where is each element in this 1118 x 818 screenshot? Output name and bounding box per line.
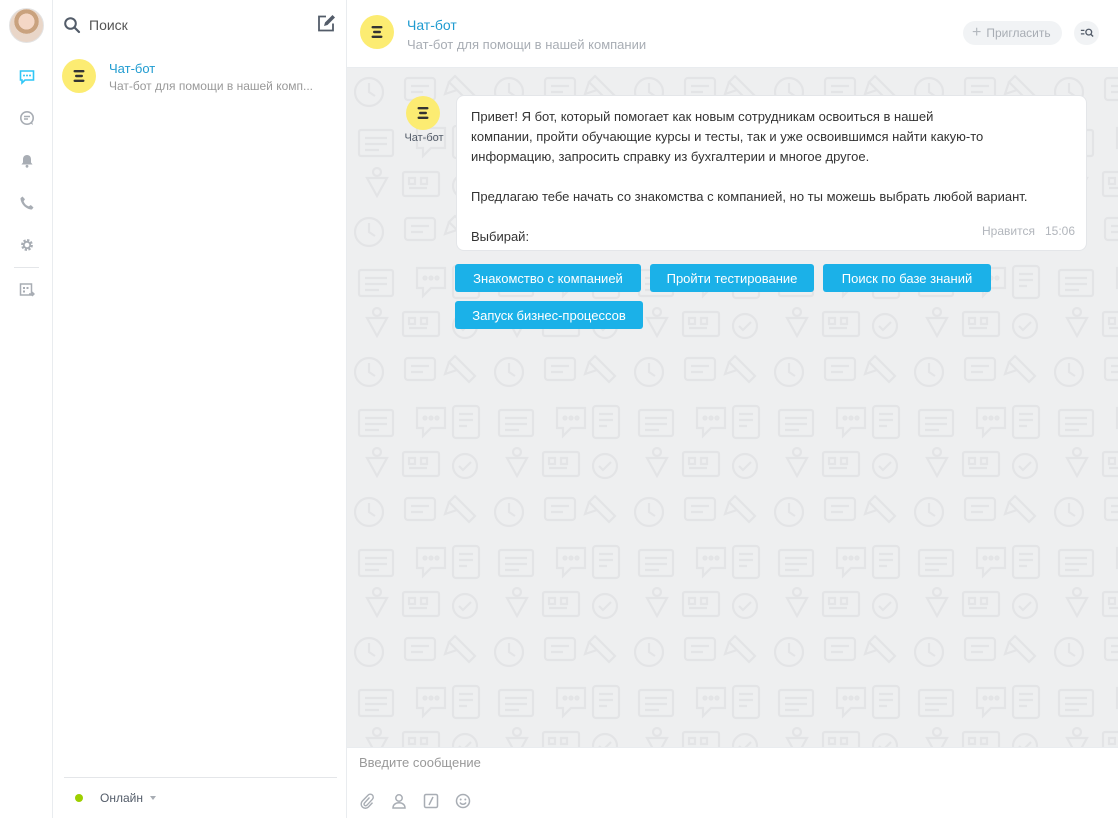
chat-list-panel: Чат-бот Чат-бот для помощи в нашей комп.… — [53, 0, 347, 818]
status-selector[interactable]: Онлайн — [64, 777, 337, 818]
bot-logo-icon — [73, 70, 85, 82]
command-icon[interactable] — [423, 793, 441, 811]
search-input[interactable] — [89, 17, 289, 33]
chat-preview: Чат-бот для помощи в нашей комп... — [109, 79, 314, 93]
chat-icon[interactable] — [17, 67, 37, 87]
message-meta: Нравится 15:06 — [982, 221, 1075, 241]
chat-header: Чат-бот Чат-бот для помощи в нашей компа… — [347, 0, 1118, 68]
status-label: Онлайн — [100, 791, 143, 805]
chat-window: Чат-бот Чат-бот для помощи в нашей компа… — [347, 0, 1118, 818]
message-search-icon — [1080, 28, 1094, 37]
user-avatar[interactable] — [9, 8, 44, 43]
open-lines-icon[interactable] — [17, 108, 37, 128]
chat-title[interactable]: Чат-бот — [407, 17, 457, 33]
keyboard-button-testing[interactable]: Пройти тестирование — [650, 264, 814, 292]
search-icon — [64, 17, 81, 34]
search-box[interactable] — [63, 14, 303, 36]
message-author: Чат-бот — [404, 132, 444, 144]
invite-label: Пригласить — [986, 26, 1051, 40]
message-composer — [347, 747, 1118, 818]
message-bubble: Привет! Я бот, который помогает как новы… — [456, 95, 1087, 251]
bot-logo-icon — [371, 26, 383, 38]
message-feed: Чат-бот Привет! Я бот, который помогает … — [347, 68, 1118, 747]
message-input[interactable] — [359, 755, 1099, 783]
chat-search-button[interactable] — [1074, 21, 1099, 45]
message-text-line: информацию, запросить справку из бухгалт… — [471, 149, 870, 164]
keyboard-button-knowledge-base[interactable]: Поиск по базе знаний — [823, 264, 991, 292]
message-text-line: Предлагаю тебе начать со знакомства с ко… — [471, 189, 1028, 204]
keyboard-button-business-processes[interactable]: Запуск бизнес-процессов — [455, 301, 643, 329]
message-text-line: Привет! Я бот, который помогает как новы… — [471, 109, 934, 124]
bell-icon[interactable] — [17, 151, 37, 171]
chat-list-item[interactable]: Чат-бот Чат-бот для помощи в нашей комп.… — [53, 56, 347, 100]
market-icon[interactable] — [17, 280, 37, 300]
phone-icon[interactable] — [17, 193, 37, 213]
rail-divider — [14, 267, 39, 268]
attach-icon[interactable] — [359, 793, 377, 811]
bot-logo-icon — [417, 107, 429, 119]
bot-avatar — [62, 59, 96, 93]
chevron-down-icon — [149, 796, 156, 800]
like-link[interactable]: Нравится — [982, 224, 1035, 238]
plus-icon: + — [972, 24, 982, 41]
invite-button[interactable]: + Пригласить — [963, 21, 1062, 45]
left-rail — [0, 0, 53, 818]
gear-icon[interactable] — [17, 235, 37, 255]
header-bot-avatar[interactable] — [360, 15, 394, 49]
smile-icon[interactable] — [455, 793, 473, 811]
keyboard-button-company[interactable]: Знакомство с компанией — [455, 264, 641, 292]
online-dot — [75, 794, 83, 802]
message-text-line: компании, пройти обучающие курсы и тесты… — [471, 129, 984, 144]
new-message-icon[interactable] — [316, 14, 336, 34]
user-icon[interactable] — [391, 793, 409, 811]
chat-name: Чат-бот — [109, 61, 156, 76]
chat-subtitle: Чат-бот для помощи в нашей компании — [407, 37, 647, 52]
message-time: 15:06 — [1044, 224, 1075, 238]
message-bot-avatar[interactable] — [406, 96, 440, 130]
